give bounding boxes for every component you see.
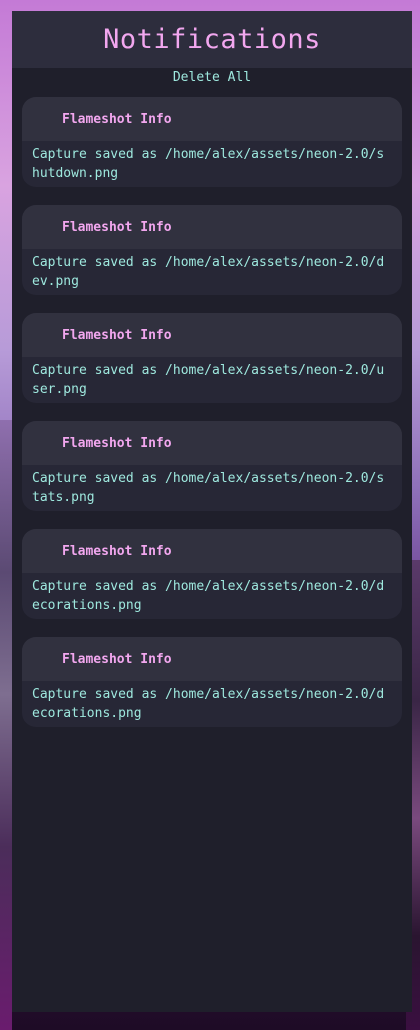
notification-header: Flameshot Info xyxy=(22,97,402,141)
notification-header: Flameshot Info xyxy=(22,529,402,573)
notification-title: Flameshot Info xyxy=(62,111,172,127)
panel-header: Notifications xyxy=(12,11,412,68)
notification-header: Flameshot Info xyxy=(22,205,402,249)
notification-card[interactable]: Flameshot Info Capture saved as /home/al… xyxy=(22,421,402,511)
notification-card[interactable]: Flameshot Info Capture saved as /home/al… xyxy=(22,637,402,727)
notification-title: Flameshot Info xyxy=(62,219,172,235)
notification-title: Flameshot Info xyxy=(62,327,172,343)
notification-body: Capture saved as /home/alex/assets/neon-… xyxy=(32,363,385,397)
notification-body: Capture saved as /home/alex/assets/neon-… xyxy=(32,255,385,289)
notification-title: Flameshot Info xyxy=(62,543,172,559)
notification-list: Flameshot Info Capture saved as /home/al… xyxy=(22,97,402,745)
notification-center-panel: Notifications Delete All Flameshot Info … xyxy=(12,11,412,1012)
delete-all-button[interactable]: Delete All xyxy=(12,69,412,86)
notification-header: Flameshot Info xyxy=(22,637,402,681)
notification-card[interactable]: Flameshot Info Capture saved as /home/al… xyxy=(22,313,402,403)
notification-body: Capture saved as /home/alex/assets/neon-… xyxy=(32,687,385,721)
notification-title: Flameshot Info xyxy=(62,435,172,451)
notification-body: Capture saved as /home/alex/assets/neon-… xyxy=(32,579,385,613)
notification-card[interactable]: Flameshot Info Capture saved as /home/al… xyxy=(22,205,402,295)
notification-header: Flameshot Info xyxy=(22,313,402,357)
notification-body: Capture saved as /home/alex/assets/neon-… xyxy=(32,147,385,181)
notification-card[interactable]: Flameshot Info Capture saved as /home/al… xyxy=(22,529,402,619)
panel-title: Notifications xyxy=(103,24,321,55)
notification-body: Capture saved as /home/alex/assets/neon-… xyxy=(32,471,385,505)
notification-header: Flameshot Info xyxy=(22,421,402,465)
notification-title: Flameshot Info xyxy=(62,651,172,667)
wallpaper-left-edge xyxy=(0,420,12,1030)
notification-card[interactable]: Flameshot Info Capture saved as /home/al… xyxy=(22,97,402,187)
